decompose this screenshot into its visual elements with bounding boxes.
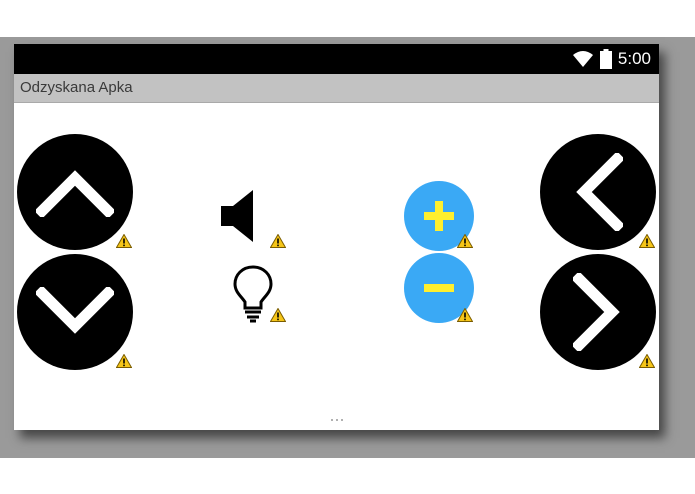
plus-icon xyxy=(424,201,454,231)
up-button[interactable] xyxy=(17,134,133,250)
warning-icon xyxy=(457,308,473,322)
right-button[interactable] xyxy=(540,254,656,370)
chevron-down-icon xyxy=(36,287,114,334)
chevron-left-icon xyxy=(576,153,623,231)
action-bar: Odzyskana Apka xyxy=(14,74,659,103)
warning-icon xyxy=(116,354,132,368)
warning-icon xyxy=(116,234,132,248)
chevron-right-icon xyxy=(573,273,620,351)
left-button[interactable] xyxy=(540,134,656,250)
wifi-icon xyxy=(572,51,593,67)
minus-icon xyxy=(424,284,454,292)
speaker-icon[interactable] xyxy=(219,188,261,244)
warning-icon xyxy=(639,234,655,248)
status-time: 5:00 xyxy=(617,49,651,68)
battery-icon xyxy=(599,49,612,69)
warning-icon xyxy=(639,354,655,368)
warning-icon xyxy=(457,234,473,248)
device-screen: 5:00 Odzyskana Apka xyxy=(14,44,659,430)
warning-icon xyxy=(270,308,286,322)
chevron-up-icon xyxy=(36,170,114,217)
status-icons: 5:00 xyxy=(572,44,651,74)
down-button[interactable] xyxy=(17,254,133,370)
lightbulb-icon[interactable] xyxy=(232,264,274,324)
status-bar: 5:00 xyxy=(14,44,659,74)
app-title: Odzyskana Apka xyxy=(20,79,133,96)
warning-icon xyxy=(270,234,286,248)
overflow-dots-icon xyxy=(331,419,343,421)
